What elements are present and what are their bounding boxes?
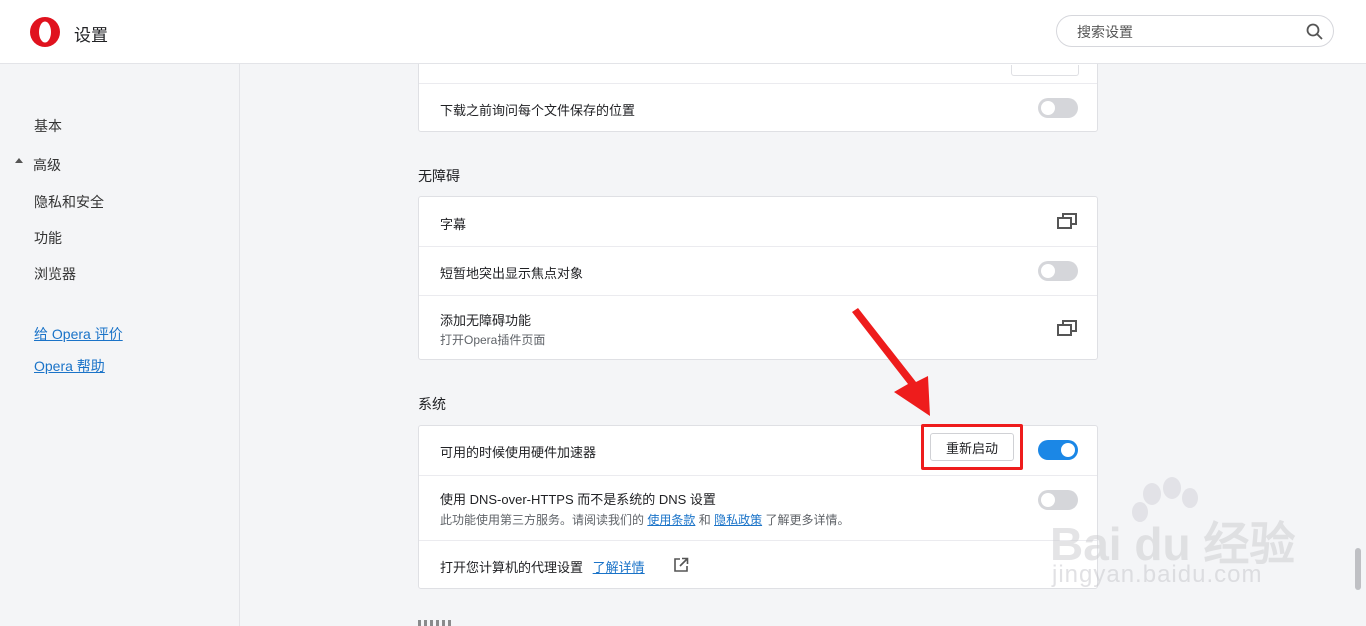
advanced-collapse-caret-icon[interactable]	[15, 158, 23, 163]
change-location-button[interactable]	[1011, 65, 1079, 76]
ask-save-location-row: 下载之前询问每个文件保存的位置	[419, 83, 1097, 133]
sidebar-item-browser[interactable]: 浏览器	[34, 264, 76, 284]
downloads-location-row	[419, 64, 1097, 83]
proxy-settings-row: 打开您计算机的代理设置 了解详情	[419, 540, 1097, 590]
dns-over-https-sub: 此功能使用第三方服务。请阅读我们的 使用条款 和 隐私政策 了解更多详情。	[440, 511, 849, 528]
captions-row[interactable]: 字幕	[419, 197, 1097, 246]
proxy-settings-text: 打开您计算机的代理设置	[440, 560, 584, 575]
open-subpage-icon[interactable]	[1057, 213, 1077, 229]
system-card: 可用的时候使用硬件加速器 重新启动 使用 DNS-over-HTTPS 而不是系…	[418, 424, 1098, 590]
header-bar: 设置	[0, 0, 1366, 64]
sidebar-item-basic[interactable]: 基本	[34, 116, 62, 136]
opera-logo-icon	[30, 17, 60, 47]
external-link-icon[interactable]	[673, 557, 689, 573]
dns-sub-prefix: 此功能使用第三方服务。请阅读我们的	[440, 513, 645, 527]
opera-help-link[interactable]: Opera 帮助	[34, 356, 105, 376]
accessibility-section-title: 无障碍	[418, 168, 460, 184]
restart-highlight-box: 重新启动	[921, 424, 1023, 470]
learn-more-link[interactable]: 了解详情	[593, 560, 645, 575]
sidebar-item-privacy[interactable]: 隐私和安全	[34, 192, 104, 212]
dns-over-https-row: 使用 DNS-over-HTTPS 而不是系统的 DNS 设置 此功能使用第三方…	[419, 475, 1097, 541]
search-input[interactable]	[1075, 22, 1299, 42]
sidebar-item-advanced[interactable]: 高级	[33, 155, 61, 175]
focus-highlight-row: 短暂地突出显示焦点对象	[419, 246, 1097, 296]
sidebar: 基本 高级 隐私和安全 功能 浏览器 给 Opera 评价 Opera 帮助	[0, 64, 240, 626]
dns-over-https-label: 使用 DNS-over-HTTPS 而不是系统的 DNS 设置	[440, 492, 716, 507]
ask-save-location-toggle[interactable]	[1038, 98, 1078, 118]
captions-label: 字幕	[440, 217, 467, 232]
dns-sub-suffix: 了解更多详情。	[765, 513, 850, 527]
add-accessibility-sub: 打开Opera插件页面	[440, 333, 546, 347]
watermark-url: jingyan.baidu.com	[1052, 561, 1263, 588]
terms-link[interactable]: 使用条款	[647, 513, 695, 527]
annotation-arrow-icon	[852, 308, 930, 416]
dns-sub-and: 和	[698, 513, 711, 527]
search-icon[interactable]	[1306, 23, 1323, 40]
search-box[interactable]	[1056, 15, 1334, 47]
open-subpage-icon[interactable]	[1057, 320, 1077, 336]
system-section-title: 系统	[418, 396, 446, 412]
privacy-policy-link[interactable]: 隐私政策	[714, 513, 762, 527]
add-accessibility-label: 添加无障碍功能	[440, 313, 532, 328]
add-accessibility-row[interactable]: 添加无障碍功能 打开Opera插件页面	[419, 295, 1097, 361]
proxy-settings-label: 打开您计算机的代理设置 了解详情	[440, 557, 645, 576]
hardware-accel-toggle[interactable]	[1038, 440, 1078, 460]
focus-highlight-label: 短暂地突出显示焦点对象	[440, 266, 584, 281]
hardware-accel-row: 可用的时候使用硬件加速器 重新启动	[419, 424, 1097, 475]
focus-highlight-toggle[interactable]	[1038, 261, 1078, 281]
rate-opera-link[interactable]: 给 Opera 评价	[34, 324, 123, 344]
ask-save-location-label: 下载之前询问每个文件保存的位置	[440, 103, 636, 118]
restart-button[interactable]: 重新启动	[930, 433, 1014, 461]
page-title: 设置	[74, 26, 108, 45]
next-section-title-cutoff	[418, 620, 458, 626]
sidebar-item-features[interactable]: 功能	[34, 228, 62, 248]
downloads-card: 下载之前询问每个文件保存的位置	[418, 64, 1098, 132]
page-scrollbar[interactable]	[1355, 548, 1361, 590]
hardware-accel-label: 可用的时候使用硬件加速器	[440, 445, 597, 460]
accessibility-card: 字幕 短暂地突出显示焦点对象 添加无障碍功能 打开Opera插件页面	[418, 196, 1098, 360]
